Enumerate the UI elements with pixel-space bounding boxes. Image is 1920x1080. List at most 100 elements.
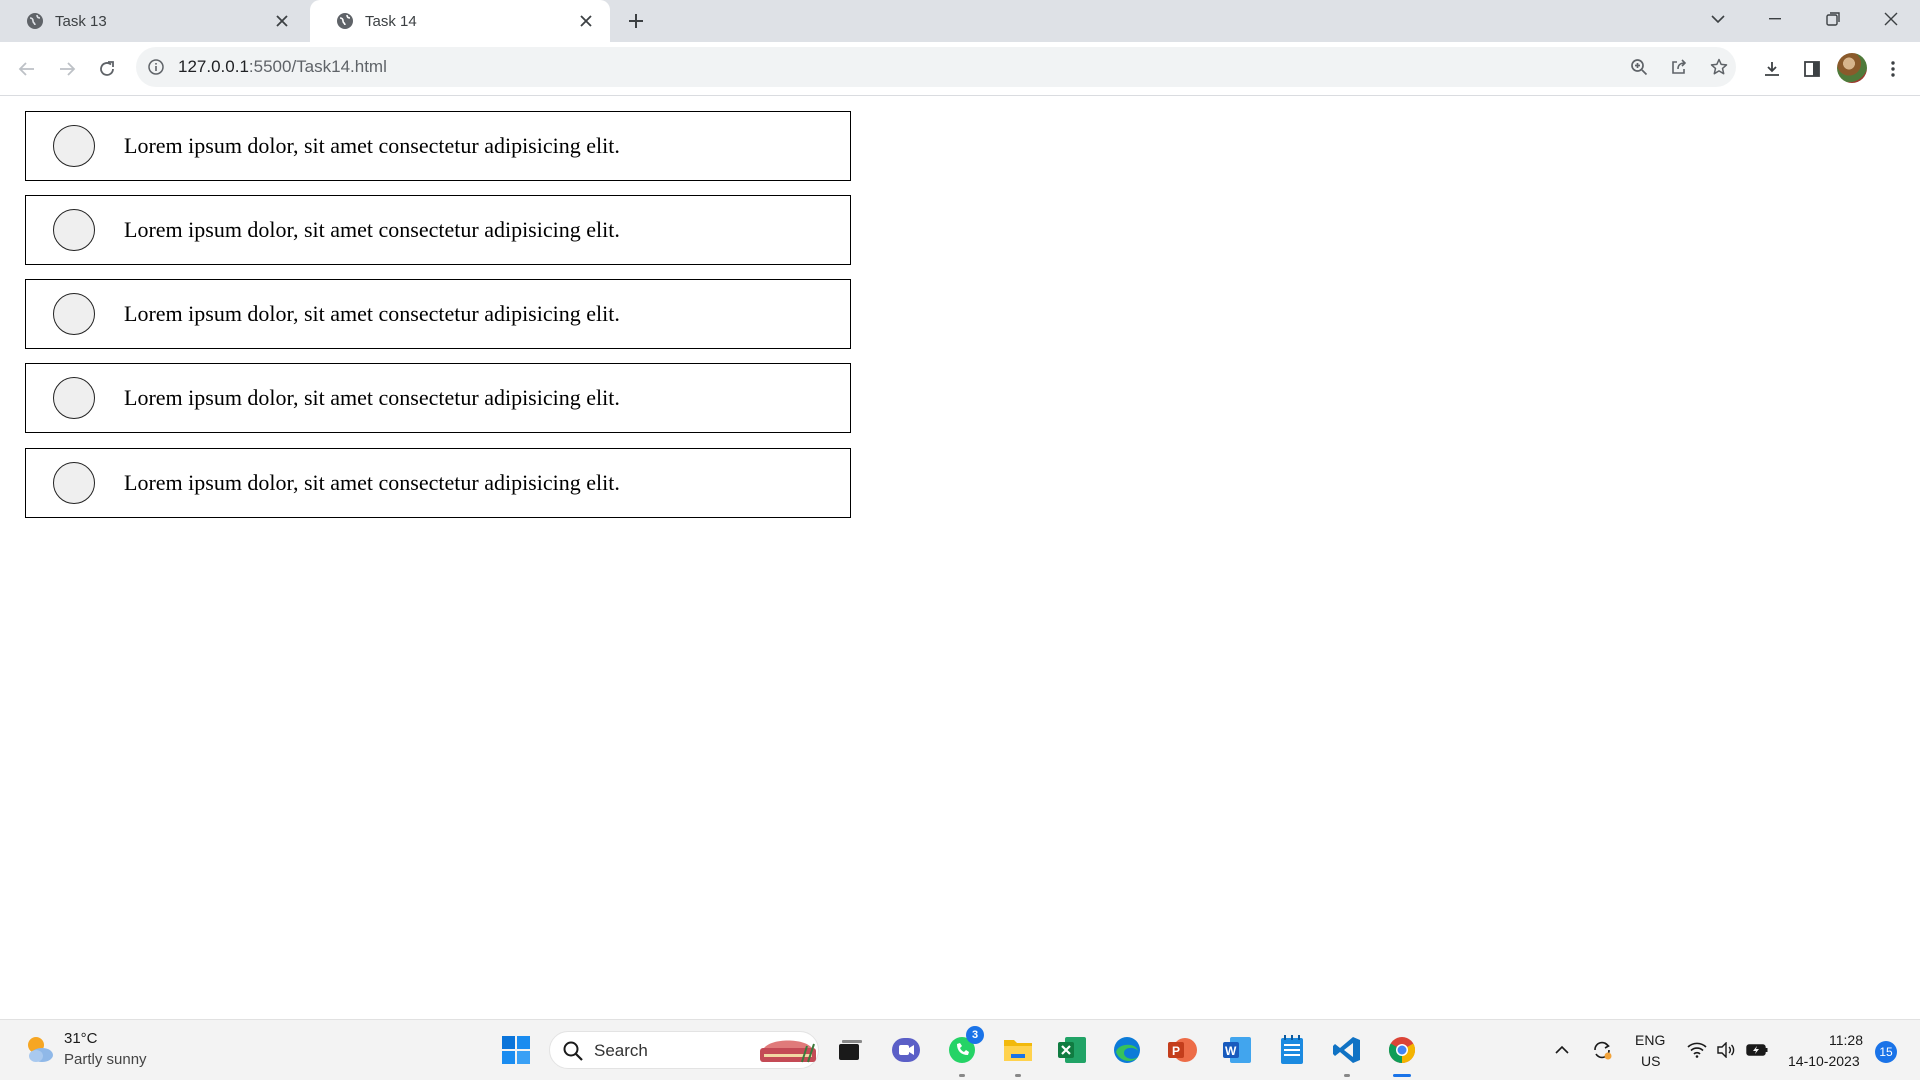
- notepad-button[interactable]: [1272, 1030, 1312, 1070]
- side-panel-icon: [1804, 61, 1820, 77]
- side-panel-button[interactable]: [1796, 53, 1828, 85]
- vscode-icon: [1333, 1037, 1360, 1063]
- windows-taskbar: 31°C Partly sunny Search 3 P W ENG US 11…: [0, 1019, 1920, 1080]
- active-indicator: [1393, 1074, 1411, 1077]
- weather-partly-sunny-icon[interactable]: [22, 1032, 56, 1066]
- running-indicator: [1344, 1074, 1350, 1077]
- clock-date[interactable]: 14-10-2023: [1788, 1053, 1860, 1069]
- wifi-button[interactable]: [1684, 1038, 1710, 1062]
- vscode-button[interactable]: [1327, 1030, 1367, 1077]
- arrow-left-icon: [18, 62, 34, 76]
- chevron-down-icon: [1711, 15, 1725, 24]
- svg-text:P: P: [1172, 1044, 1180, 1058]
- new-tab-button[interactable]: [620, 9, 652, 33]
- plus-icon: [629, 14, 643, 28]
- close-window-button[interactable]: [1868, 0, 1914, 38]
- chevron-up-icon: [1555, 1045, 1569, 1054]
- list-item[interactable]: Lorem ipsum dolor, sit amet consectetur …: [25, 111, 851, 181]
- download-icon: [1765, 62, 1779, 76]
- wifi-icon: [1687, 1042, 1707, 1058]
- list-item[interactable]: Lorem ipsum dolor, sit amet consectetur …: [25, 363, 851, 433]
- restore-button[interactable]: [1810, 0, 1856, 38]
- tab-task-13[interactable]: Task 13: [0, 0, 306, 42]
- notepad-icon: [1281, 1035, 1303, 1064]
- edge-icon: [1114, 1037, 1140, 1063]
- input-region[interactable]: US: [1641, 1053, 1660, 1069]
- back-button[interactable]: [11, 53, 43, 85]
- list-item[interactable]: Lorem ipsum dolor, sit amet consectetur …: [25, 448, 851, 518]
- show-hidden-icons-button[interactable]: [1549, 1038, 1575, 1062]
- item-text: Lorem ipsum dolor, sit amet consectetur …: [124, 470, 620, 495]
- battery-button[interactable]: [1744, 1038, 1770, 1062]
- taskbar-search[interactable]: Search: [549, 1031, 819, 1069]
- notification-count-badge[interactable]: 15: [1875, 1041, 1897, 1063]
- bookmark-star-icon[interactable]: [1703, 51, 1735, 83]
- minimize-icon: [1769, 18, 1781, 20]
- word-icon: W: [1223, 1037, 1251, 1063]
- powerpoint-icon: P: [1168, 1038, 1197, 1062]
- url-text[interactable]: 127.0.0.1:5500/Task14.html: [178, 57, 387, 77]
- reload-icon: [100, 61, 114, 76]
- site-info-icon[interactable]: [146, 57, 166, 77]
- downloads-button[interactable]: [1756, 53, 1788, 85]
- folder-icon: [1004, 1040, 1032, 1061]
- start-button[interactable]: [496, 1030, 536, 1070]
- close-tab-icon[interactable]: [574, 9, 598, 33]
- chrome-button[interactable]: [1382, 1030, 1422, 1077]
- share-icon[interactable]: [1663, 51, 1695, 83]
- item-text: Lorem ipsum dolor, sit amet consectetur …: [124, 217, 620, 242]
- url-path: :5500/Task14.html: [248, 57, 387, 76]
- zoom-icon[interactable]: [1623, 51, 1655, 83]
- word-button[interactable]: W: [1217, 1030, 1257, 1070]
- weather-temperature[interactable]: 31°C: [64, 1030, 98, 1047]
- search-placeholder: Search: [594, 1041, 648, 1060]
- weather-condition[interactable]: Partly sunny: [64, 1051, 147, 1068]
- excel-button[interactable]: [1052, 1030, 1092, 1070]
- item-text: Lorem ipsum dolor, sit amet consectetur …: [124, 301, 620, 326]
- notification-badge: 3: [966, 1026, 984, 1044]
- radio-circle[interactable]: [53, 293, 95, 335]
- url-host: 127.0.0.1: [178, 57, 249, 76]
- running-indicator: [959, 1074, 965, 1077]
- running-indicator: [1015, 1074, 1021, 1077]
- reload-button[interactable]: [91, 53, 123, 85]
- radio-circle[interactable]: [53, 209, 95, 251]
- sync-tray-button[interactable]: [1589, 1038, 1615, 1062]
- radio-circle[interactable]: [53, 462, 95, 504]
- globe-icon: [26, 12, 44, 30]
- file-explorer-button[interactable]: [998, 1030, 1038, 1077]
- tab-title: Task 14: [365, 12, 417, 30]
- minimize-button[interactable]: [1752, 0, 1798, 38]
- task-view-button[interactable]: [830, 1030, 870, 1070]
- item-text: Lorem ipsum dolor, sit amet consectetur …: [124, 385, 620, 410]
- search-highlight-icon: [760, 1040, 816, 1063]
- teams-chat-button[interactable]: [886, 1030, 926, 1070]
- close-tab-icon[interactable]: [270, 9, 294, 33]
- list-item[interactable]: Lorem ipsum dolor, sit amet consectetur …: [25, 279, 851, 349]
- page-content: Lorem ipsum dolor, sit amet consectetur …: [0, 97, 1920, 1019]
- edge-button[interactable]: [1107, 1030, 1147, 1070]
- tab-task-14[interactable]: Task 14: [310, 0, 610, 42]
- list-item[interactable]: Lorem ipsum dolor, sit amet consectetur …: [25, 195, 851, 265]
- input-language[interactable]: ENG: [1635, 1032, 1665, 1048]
- windows-logo-icon: [502, 1036, 530, 1064]
- menu-button[interactable]: [1877, 53, 1909, 85]
- powerpoint-button[interactable]: P: [1162, 1030, 1202, 1070]
- tab-search-button[interactable]: [1695, 0, 1741, 38]
- whatsapp-button[interactable]: 3: [942, 1026, 984, 1077]
- clock-time[interactable]: 11:28: [1829, 1032, 1863, 1048]
- forward-button[interactable]: [51, 53, 83, 85]
- svg-text:W: W: [1225, 1044, 1237, 1058]
- address-bar[interactable]: 127.0.0.1:5500/Task14.html: [136, 47, 1736, 87]
- chrome-icon: [1388, 1037, 1416, 1064]
- sync-icon: [1594, 1041, 1612, 1060]
- task-view-icon: [839, 1040, 862, 1060]
- item-text: Lorem ipsum dolor, sit amet consectetur …: [124, 133, 620, 158]
- search-icon: [563, 1041, 583, 1061]
- radio-circle[interactable]: [53, 125, 95, 167]
- volume-button[interactable]: [1713, 1038, 1739, 1062]
- profile-avatar[interactable]: [1837, 53, 1867, 83]
- restore-icon: [1826, 12, 1840, 26]
- radio-circle[interactable]: [53, 377, 95, 419]
- tab-strip: Task 13 Task 14: [0, 0, 1920, 42]
